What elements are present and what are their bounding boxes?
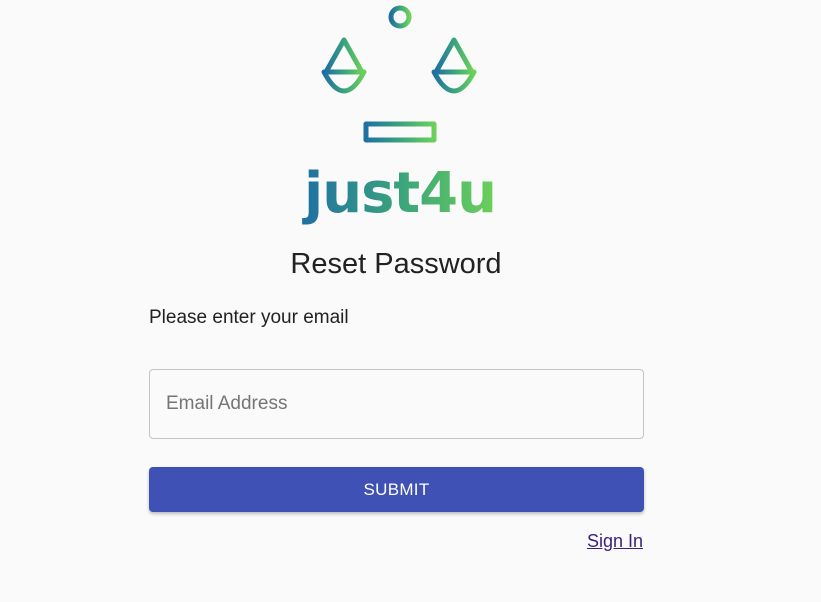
reset-password-page: just4u Reset Password Please enter your …	[0, 0, 821, 602]
just4u-logo: just4u	[302, 5, 497, 226]
email-field[interactable]	[149, 369, 644, 439]
sign-in-link[interactable]: Sign In	[587, 530, 643, 552]
logo-wordmark: just4u	[302, 161, 496, 226]
email-prompt-text: Please enter your email	[149, 307, 349, 328]
submit-button[interactable]: SUBMIT	[149, 467, 644, 512]
page-title: Reset Password	[290, 248, 502, 280]
scales-of-justice-icon	[321, 5, 477, 143]
